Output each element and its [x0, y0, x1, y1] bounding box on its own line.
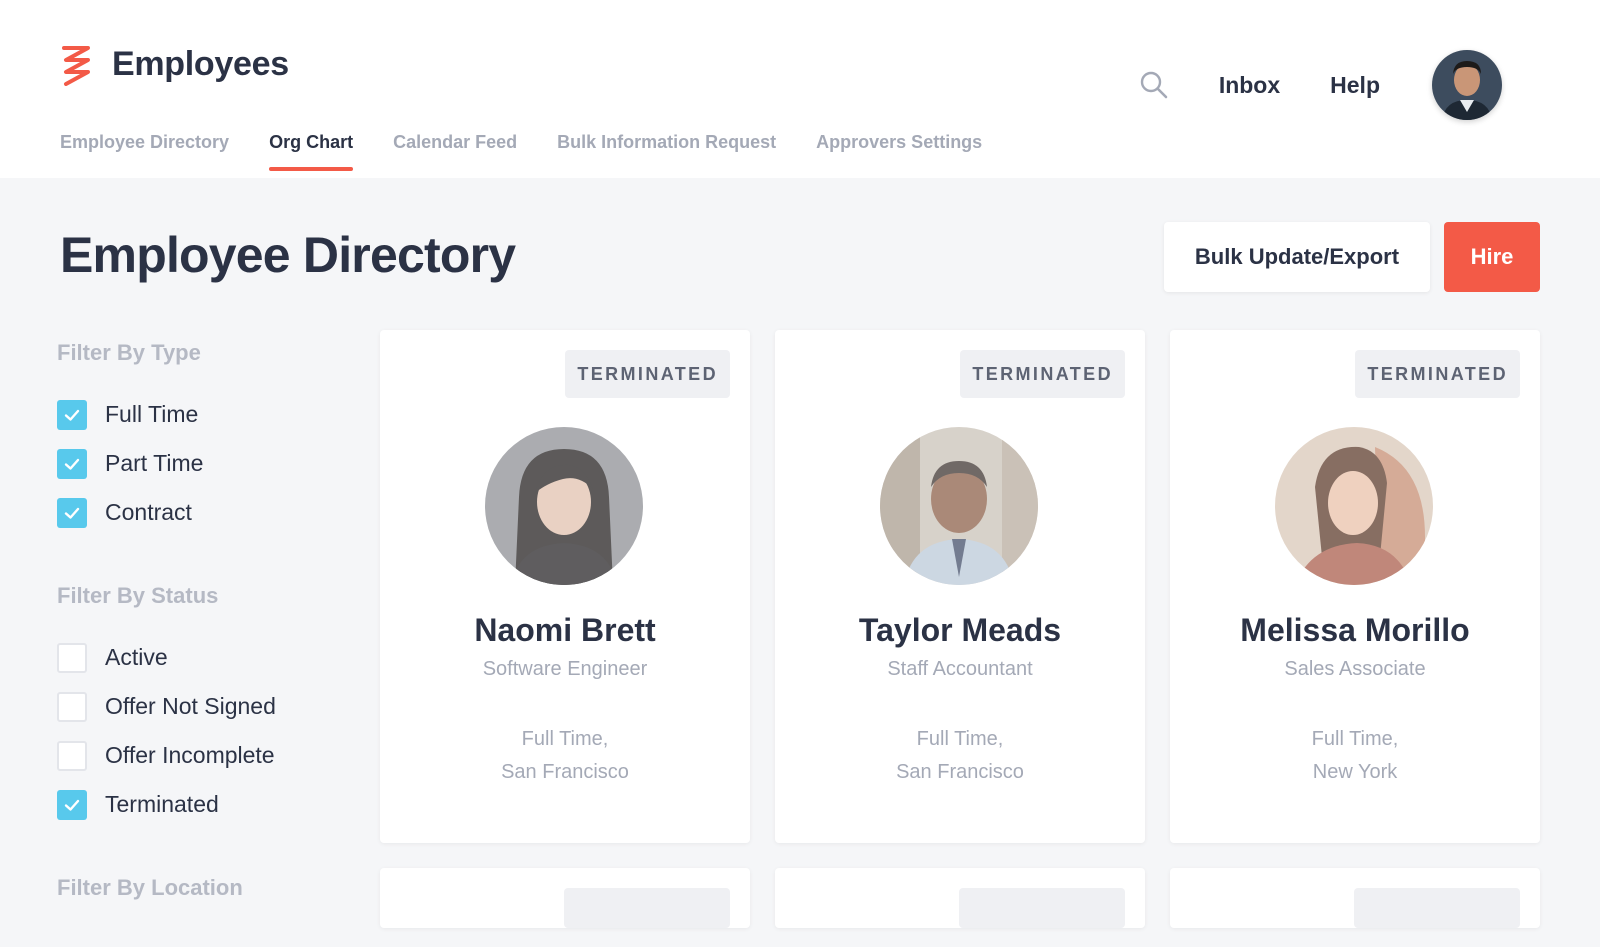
employee-card-partial[interactable] — [380, 868, 750, 928]
employee-photo — [880, 427, 1038, 585]
employee-type: Full Time, — [521, 728, 609, 750]
employee-location: San Francisco — [896, 761, 1024, 783]
checkmark-icon — [64, 458, 80, 470]
filter-group-location: Filter By Location — [57, 875, 357, 901]
tab-org-chart[interactable]: Org Chart — [269, 132, 354, 171]
employee-card-grid: TERMINATED Naomi Brett Software Engineer… — [380, 330, 1540, 928]
tab-approvers-settings[interactable]: Approvers Settings — [816, 132, 982, 171]
filter-option-contract[interactable]: Contract — [57, 488, 357, 537]
checkmark-icon — [64, 799, 80, 811]
employee-name: Melissa Morillo — [1240, 612, 1470, 648]
filter-group-status: Filter By Status Active Offer Not Signed… — [57, 583, 357, 829]
filter-option-label: Part Time — [105, 450, 204, 476]
status-badge-partial — [564, 888, 730, 928]
logo-icon — [62, 46, 90, 86]
employee-card[interactable]: TERMINATED Naomi Brett Software Engineer… — [380, 330, 750, 843]
employee-title: Software Engineer — [482, 658, 648, 680]
bulk-update-export-button[interactable]: Bulk Update/Export — [1164, 222, 1430, 292]
filter-option-label: Terminated — [105, 791, 219, 817]
employee-name: Taylor Meads — [858, 612, 1062, 648]
filter-option-label: Active — [105, 644, 168, 670]
employee-title: Sales Associate — [1284, 658, 1426, 680]
employee-card-partial[interactable] — [775, 868, 1145, 928]
filter-option-full-time[interactable]: Full Time — [57, 390, 357, 439]
help-link[interactable]: Help — [1330, 72, 1380, 99]
checkbox-checked[interactable] — [57, 448, 87, 479]
person-photo-icon — [880, 427, 1038, 585]
checkmark-icon — [64, 507, 80, 519]
page-title: Employee Directory — [60, 227, 516, 283]
checkbox-unchecked[interactable] — [57, 642, 87, 673]
employee-photo — [1275, 427, 1433, 585]
filter-option-label: Offer Not Signed — [105, 693, 276, 719]
checkbox-unchecked[interactable] — [57, 691, 87, 722]
user-avatar[interactable] — [1432, 50, 1502, 120]
filter-option-offer-not-signed[interactable]: Offer Not Signed — [57, 682, 357, 731]
employee-name: Naomi Brett — [474, 612, 656, 648]
employee-card[interactable]: TERMINATED Taylor Meads Staff Accountant… — [775, 330, 1145, 843]
employee-card-partial[interactable] — [1170, 868, 1540, 928]
filter-option-label: Offer Incomplete — [105, 742, 275, 768]
employee-location: New York — [1312, 761, 1398, 783]
employee-type: Full Time, — [916, 728, 1004, 750]
filter-option-terminated[interactable]: Terminated — [57, 780, 357, 829]
filter-title-location: Filter By Location — [57, 875, 243, 900]
checkbox-checked[interactable] — [57, 497, 87, 528]
status-badge: TERMINATED — [960, 350, 1125, 398]
hire-button[interactable]: Hire — [1444, 222, 1540, 292]
page-actions: Bulk Update/Export Hire — [1164, 222, 1540, 292]
top-right-nav: Inbox Help — [1139, 50, 1502, 120]
filter-group-type: Filter By Type Full Time Part Time Contr… — [57, 340, 357, 537]
filter-title-type: Filter By Type — [57, 340, 201, 365]
checkmark-icon — [64, 409, 80, 421]
tab-bar: Employee Directory Org Chart Calendar Fe… — [60, 132, 1022, 171]
filter-sidebar: Filter By Type Full Time Part Time Contr… — [57, 340, 357, 947]
search-icon[interactable] — [1139, 70, 1169, 100]
employee-location: San Francisco — [501, 761, 629, 783]
employee-photo — [485, 427, 643, 585]
tab-bulk-information-request[interactable]: Bulk Information Request — [557, 132, 776, 171]
status-badge: TERMINATED — [1355, 350, 1520, 398]
app-title: Employees — [112, 44, 289, 83]
filter-option-active[interactable]: Active — [57, 633, 357, 682]
employee-title: Staff Accountant — [887, 658, 1033, 680]
checkbox-checked[interactable] — [57, 789, 87, 820]
tab-employee-directory[interactable]: Employee Directory — [60, 132, 229, 171]
top-header: Employees Inbox Help Employee Directory … — [0, 0, 1600, 178]
filter-title-status: Filter By Status — [57, 583, 219, 608]
filter-option-label: Contract — [105, 499, 192, 525]
status-badge-partial — [1354, 888, 1520, 928]
brand[interactable]: Employees — [60, 42, 289, 86]
filter-option-offer-incomplete[interactable]: Offer Incomplete — [57, 731, 357, 780]
checkbox-checked[interactable] — [57, 399, 87, 430]
user-avatar-icon — [1432, 50, 1502, 120]
filter-option-label: Full Time — [105, 401, 199, 427]
filter-option-part-time[interactable]: Part Time — [57, 439, 357, 488]
person-photo-icon — [1275, 427, 1433, 585]
person-photo-icon — [485, 427, 643, 585]
tab-calendar-feed[interactable]: Calendar Feed — [393, 132, 517, 171]
checkbox-unchecked[interactable] — [57, 740, 87, 771]
status-badge: TERMINATED — [565, 350, 730, 398]
employee-card[interactable]: TERMINATED Melissa Morillo Sales Associa… — [1170, 330, 1540, 843]
inbox-link[interactable]: Inbox — [1219, 72, 1280, 99]
employee-type: Full Time, — [1311, 728, 1399, 750]
status-badge-partial — [959, 888, 1125, 928]
